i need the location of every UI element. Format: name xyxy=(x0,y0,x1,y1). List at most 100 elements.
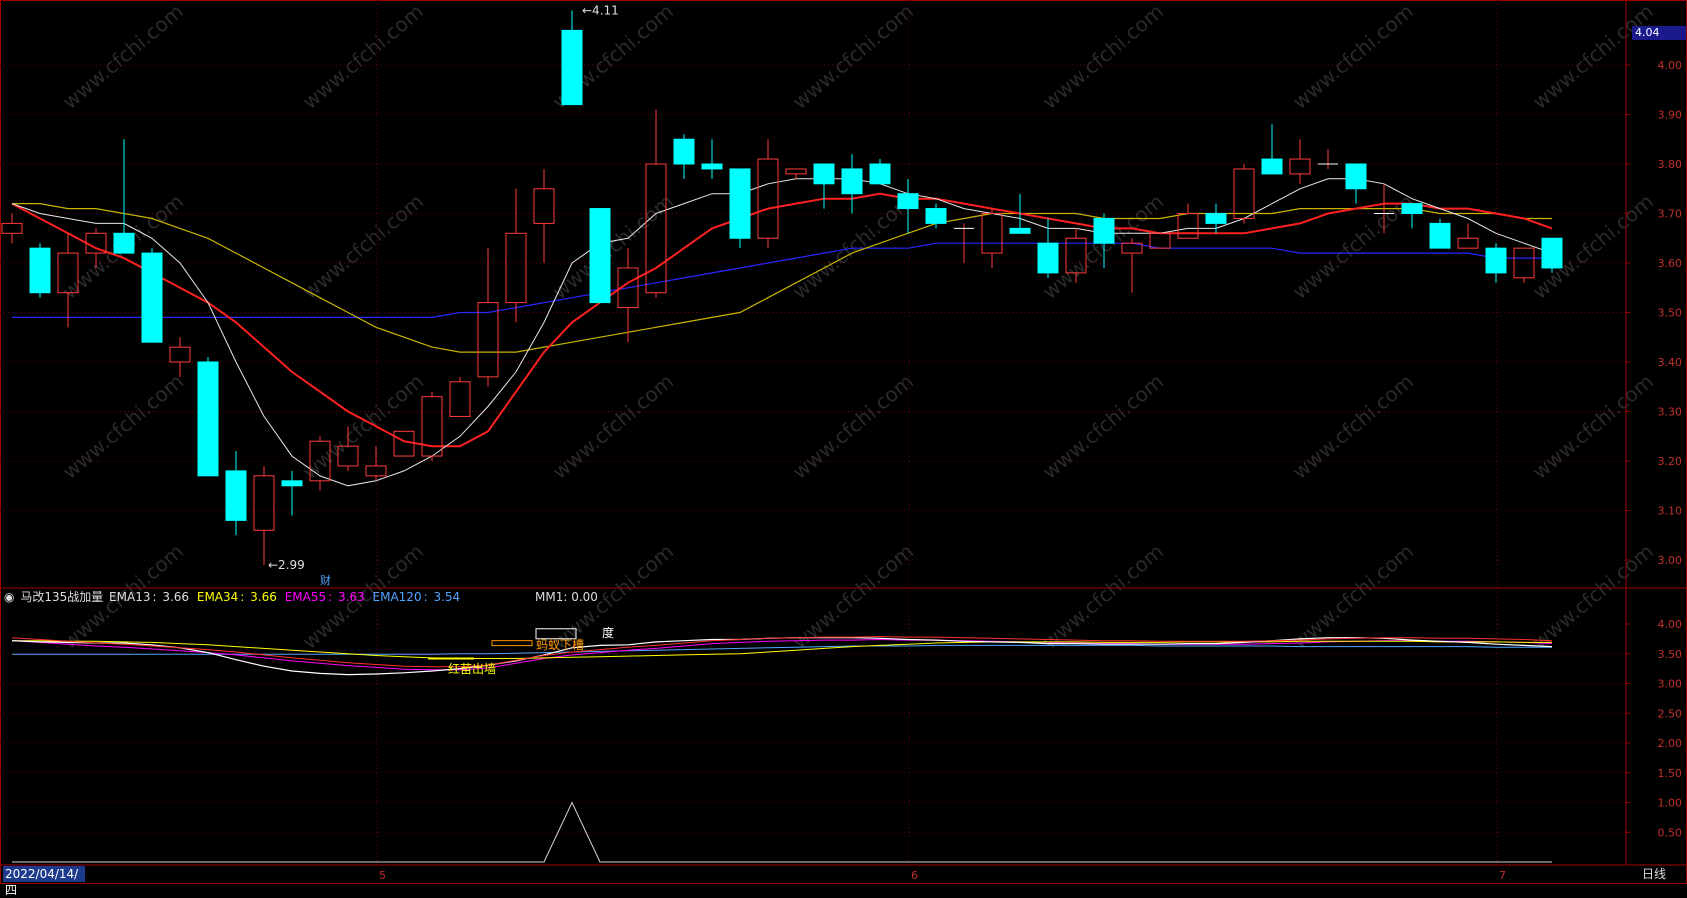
signal-annotation: 红苗出墙 xyxy=(448,661,496,676)
legend-ema34-name: EMA34 xyxy=(196,590,239,604)
indicator-collapse-icon[interactable]: ◉ xyxy=(4,590,14,604)
candle-body xyxy=(477,302,499,378)
watermark-text: www.cfchi.com xyxy=(1288,539,1418,654)
candle xyxy=(505,188,527,323)
candlestick-chart[interactable]: www.cfchi.com www.cfchi.com www.cfchi.com w… xyxy=(0,0,1687,885)
legend-ema55: EMA55: 3.63 xyxy=(284,590,365,604)
y-tick-label: 3.30 xyxy=(1658,406,1683,419)
candle xyxy=(113,139,135,254)
candle xyxy=(1541,237,1563,273)
candle-body xyxy=(1457,237,1479,249)
candle-body xyxy=(113,232,135,254)
cursor-date-box: 2022/04/14/四 xyxy=(3,866,85,897)
period-selector[interactable]: 日线 xyxy=(1624,866,1684,882)
watermark-text: www.cfchi.com xyxy=(1528,0,1658,114)
candle-body xyxy=(1261,158,1283,175)
candle xyxy=(29,243,51,298)
legend-ema13-value: 3.66 xyxy=(162,590,190,604)
candle xyxy=(813,163,835,209)
y-tick-label: 3.60 xyxy=(1658,257,1683,270)
watermark-text: www.cfchi.com xyxy=(1038,0,1168,114)
indicator-layer: 红苗出墙 蚂蚁下槽 度 xyxy=(11,625,1553,863)
y-tick-label: 0.50 xyxy=(1658,826,1683,839)
candle-body xyxy=(1093,217,1115,244)
current-price-tag: 4.04 xyxy=(1632,26,1686,40)
candle xyxy=(617,248,639,343)
candle-body xyxy=(365,465,387,477)
ema55-line xyxy=(11,192,1553,448)
candle-body xyxy=(141,252,163,343)
watermark-text: www.cfchi.com xyxy=(1288,0,1418,114)
candle xyxy=(701,139,723,179)
legend-ema120-name: EMA120 xyxy=(372,590,422,604)
candle-body xyxy=(505,232,527,304)
candle xyxy=(1457,223,1479,249)
candle-body xyxy=(841,168,863,195)
y-tick-label: 3.40 xyxy=(1658,356,1683,369)
candle xyxy=(1,213,23,244)
y-tick-label: 4.00 xyxy=(1658,618,1683,631)
marker-label: 财 xyxy=(320,573,331,587)
watermark-text: www.cfchi.com xyxy=(298,189,428,304)
mm1-label: MM1: 0.00 xyxy=(535,590,598,604)
signal-annotation: 蚂蚁下槽 xyxy=(536,637,584,652)
legend-ema55-value: 3.63 xyxy=(337,590,365,604)
candle xyxy=(253,465,275,565)
indicator-title[interactable]: 马改135战加量 xyxy=(20,590,103,604)
candle-body xyxy=(253,475,275,531)
candle xyxy=(197,357,219,477)
y-tick-label: 2.00 xyxy=(1658,737,1683,750)
y-tick-label: 1.50 xyxy=(1658,767,1683,780)
candle xyxy=(897,178,919,234)
candle-body xyxy=(785,168,807,175)
watermark-text: www.cfchi.com xyxy=(1038,539,1168,654)
candle-body xyxy=(1401,203,1423,215)
high-label: ←4.11 xyxy=(582,4,619,18)
candle-body xyxy=(813,163,835,185)
watermark-text: www.cfchi.com xyxy=(1288,369,1418,484)
candle-body xyxy=(1345,163,1367,190)
candle xyxy=(841,154,863,214)
y-tick-label: 3.50 xyxy=(1658,307,1683,320)
candle-body xyxy=(869,163,891,185)
candle xyxy=(561,10,583,106)
candle xyxy=(925,203,947,229)
candle-body xyxy=(393,430,415,457)
legend-ema13: EMA13: 3.66 xyxy=(109,590,190,604)
candle-body xyxy=(673,138,695,165)
candle-body xyxy=(1037,242,1059,274)
y-tick-label: 3.70 xyxy=(1658,208,1683,221)
candle-body xyxy=(1289,158,1311,175)
candle-body xyxy=(533,188,555,224)
watermark-text: www.cfchi.com xyxy=(58,0,188,114)
legend-ema120-value: 3.54 xyxy=(433,590,461,604)
candle xyxy=(1261,124,1283,175)
candle xyxy=(589,208,611,304)
candle xyxy=(1149,232,1171,249)
candle-body xyxy=(729,168,751,239)
signal-annotation: 度 xyxy=(602,625,614,640)
candle xyxy=(1121,238,1143,293)
candle xyxy=(1318,149,1338,169)
candle xyxy=(449,376,471,417)
candle-body xyxy=(1233,168,1255,219)
candle-body xyxy=(701,163,723,170)
candle xyxy=(1429,218,1451,249)
chart-window: www.cfchi.com www.cfchi.com www.cfchi.com w… xyxy=(0,0,1687,897)
price-axis: 4.00 3.90 3.80 3.70 3.60 3.50 3.40 3.30 3.20 3.10… xyxy=(1626,59,1682,839)
y-tick-label: 3.20 xyxy=(1658,455,1683,468)
candle xyxy=(729,168,751,249)
watermark-text: www.cfchi.com xyxy=(548,369,678,484)
candle xyxy=(477,248,499,387)
candle-body xyxy=(561,29,583,106)
watermark-text: www.cfchi.com xyxy=(788,0,918,114)
candle xyxy=(393,430,415,457)
watermark-text: www.cfchi.com xyxy=(58,369,188,484)
candle xyxy=(1345,163,1367,204)
watermark-text: www.cfchi.com xyxy=(1288,189,1418,304)
watermark-text: www.cfchi.com xyxy=(1038,369,1168,484)
legend-ema13-name: EMA13 xyxy=(109,590,151,604)
candle xyxy=(1485,243,1507,283)
signal-box xyxy=(491,640,533,647)
candle xyxy=(869,159,891,185)
